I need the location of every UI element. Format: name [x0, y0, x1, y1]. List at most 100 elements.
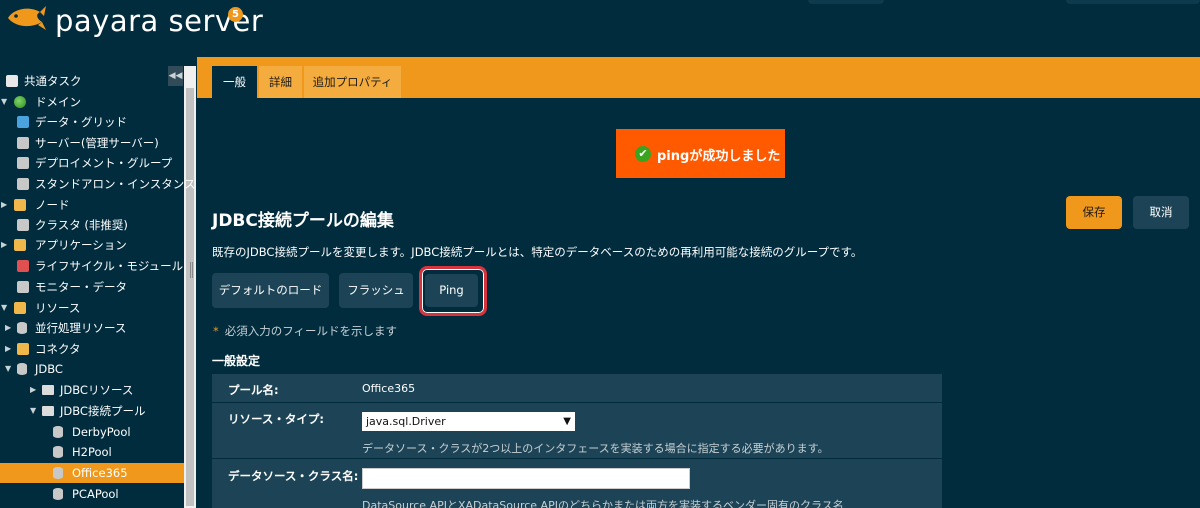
expand-arrow-right-icon[interactable]: ▶	[5, 318, 11, 338]
sidebar-item-label: ドメイン	[35, 95, 81, 109]
required-star: *	[213, 324, 219, 338]
sidebar-item[interactable]: デプロイメント・グループ	[0, 153, 184, 173]
sidebar-item[interactable]: ▼ ドメイン	[0, 92, 184, 112]
expand-arrow-down-icon[interactable]: ▼	[1, 92, 7, 112]
sidebar-item[interactable]: ▶ コネクタ	[0, 339, 184, 359]
data-grid-icon	[17, 116, 29, 128]
expand-arrow-right-icon[interactable]: ▶	[30, 380, 36, 400]
sidebar-item[interactable]: サーバー(管理サーバー)	[0, 133, 184, 153]
sidebar-item[interactable]: モニター・データ	[0, 277, 184, 297]
sidebar-item-label: H2Pool	[72, 445, 112, 459]
ping-button[interactable]: Ping	[425, 274, 478, 307]
pool-name-value: Office365	[362, 382, 416, 395]
sidebar-item[interactable]: データ・グリッド	[0, 112, 184, 132]
expand-arrow-down-icon[interactable]: ▼	[1, 298, 7, 318]
sidebar-item-label: DerbyPool	[72, 425, 131, 439]
server-icon	[17, 178, 29, 190]
sidebar-item-label: JDBC接続プール	[60, 404, 146, 418]
datasource-class-input[interactable]	[362, 468, 690, 489]
sidebar-item-label: モニター・データ	[35, 280, 127, 294]
sidebar-item-label: サーバー(管理サーバー)	[35, 136, 159, 150]
datasource-class-label: データソース・クラス名:	[228, 469, 359, 483]
flush-button[interactable]: フラッシュ	[339, 273, 413, 308]
sidebar-item[interactable]: ▶ アプリケーション	[0, 235, 184, 255]
pool-name-row: プール名: Office365	[212, 374, 942, 402]
required-note-text: 必須入力のフィールドを示します	[224, 324, 398, 338]
tab-additional-properties[interactable]: 追加プロパティ	[304, 66, 401, 98]
connector-icon	[17, 343, 29, 355]
expand-arrow-right-icon[interactable]: ▶	[1, 235, 7, 255]
sidebar-item-label: コネクタ	[35, 342, 81, 356]
resources-icon	[14, 302, 26, 314]
folder-icon	[42, 385, 54, 395]
cluster-icon	[17, 219, 29, 231]
monitor-icon	[17, 281, 29, 293]
sidebar-item[interactable]: PCAPool	[0, 484, 184, 504]
cancel-button[interactable]: 取消	[1133, 196, 1189, 229]
server-icon	[17, 137, 29, 149]
sidebar-item-label: クラスタ (非推奨)	[35, 218, 128, 232]
sidebar-item-label: デプロイメント・グループ	[35, 156, 173, 170]
pool-name-label: プール名:	[228, 383, 279, 397]
sidebar-resize-grip[interactable]	[190, 262, 193, 278]
database-icon	[17, 363, 27, 375]
header-menu-button[interactable]	[808, 0, 884, 4]
page-description: 既存のJDBC接続プールを変更します。JDBC接続プールとは、特定のデータベース…	[212, 245, 863, 259]
database-icon	[53, 488, 63, 500]
sidebar-item[interactable]: ライフサイクル・モジュール	[0, 256, 184, 276]
tab-advanced[interactable]: 詳細	[259, 66, 302, 98]
success-check-icon: ✔	[635, 146, 651, 162]
version-badge: 5	[228, 7, 243, 22]
folder-icon	[42, 406, 54, 416]
required-field-note: * 必須入力のフィールドを示します	[213, 323, 397, 339]
database-icon	[53, 426, 63, 438]
application-icon	[14, 239, 26, 251]
payara-fish-logo-icon	[8, 6, 46, 30]
sidebar-item[interactable]: Office365	[0, 463, 184, 483]
resource-type-help: データソース・クラスが2つ以上のインタフェースを実装する場合に指定する必要があり…	[362, 442, 829, 455]
sidebar-item-label: JDBC	[35, 362, 63, 376]
app-header: payara server 5	[0, 0, 1200, 62]
ping-success-message: ✔ pingが成功しました	[616, 129, 785, 178]
load-defaults-button[interactable]: デフォルトのロード	[212, 273, 329, 308]
dropdown-arrow-icon: ▼	[563, 416, 571, 427]
sidebar-item[interactable]: ▼ JDBC接続プール	[0, 401, 184, 421]
sidebar-item-label: 並行処理リソース	[35, 321, 127, 335]
save-button[interactable]: 保存	[1066, 196, 1122, 229]
resource-type-label: リソース・タイプ:	[228, 412, 325, 426]
resource-type-selected: java.sql.Driver	[366, 415, 446, 428]
tab-general[interactable]: 一般	[212, 66, 257, 98]
sidebar-item[interactable]: 共通タスク	[0, 71, 184, 91]
sidebar-scrollbar-thumb[interactable]	[186, 88, 194, 506]
resource-type-row: リソース・タイプ: データソース・クラスが2つ以上のインタフェースを実装する場合…	[212, 402, 942, 458]
sidebar-item[interactable]: ▶ ノード	[0, 195, 184, 215]
sidebar-item[interactable]: クラスタ (非推奨)	[0, 215, 184, 235]
sidebar-item-label: ライフサイクル・モジュール	[35, 259, 184, 273]
database-icon	[17, 322, 27, 334]
expand-arrow-right-icon[interactable]: ▶	[1, 195, 7, 215]
expand-arrow-down-icon[interactable]: ▼	[30, 401, 36, 421]
sidebar-item-label: Office365	[72, 466, 128, 480]
expand-arrow-right-icon[interactable]: ▶	[5, 339, 11, 359]
sidebar-item[interactable]: ▼ リソース	[0, 298, 184, 318]
sidebar-item[interactable]: DerbyPool	[0, 422, 184, 442]
node-icon	[14, 199, 26, 211]
sidebar-item-label: PCAPool	[72, 487, 119, 501]
sidebar-item[interactable]: ▼ JDBC	[0, 359, 184, 379]
properties-table: プール名: Office365 リソース・タイプ: データソース・クラスが2つ以…	[212, 374, 942, 508]
expand-arrow-down-icon[interactable]: ▼	[5, 359, 11, 379]
header-user-menu[interactable]	[1066, 0, 1200, 4]
sidebar-item[interactable]: ▶ JDBCリソース	[0, 380, 184, 400]
resource-type-select[interactable]: java.sql.Driver ▼	[362, 412, 575, 431]
sidebar-item-label: リソース	[35, 301, 81, 315]
sidebar-item[interactable]: ▶ 並行処理リソース	[0, 318, 184, 338]
sidebar-item-label: データ・グリッド	[35, 115, 127, 129]
ping-success-text: pingが成功しました	[657, 149, 781, 164]
globe-icon	[14, 96, 26, 108]
sidebar-item[interactable]: スタンドアロン・インスタンス	[0, 174, 196, 194]
sidebar-item[interactable]: H2Pool	[0, 442, 184, 462]
sidebar-item-label: アプリケーション	[35, 238, 127, 252]
sidebar-item-label: ノード	[35, 198, 70, 212]
database-icon	[53, 467, 63, 479]
deployment-group-icon	[17, 157, 29, 169]
